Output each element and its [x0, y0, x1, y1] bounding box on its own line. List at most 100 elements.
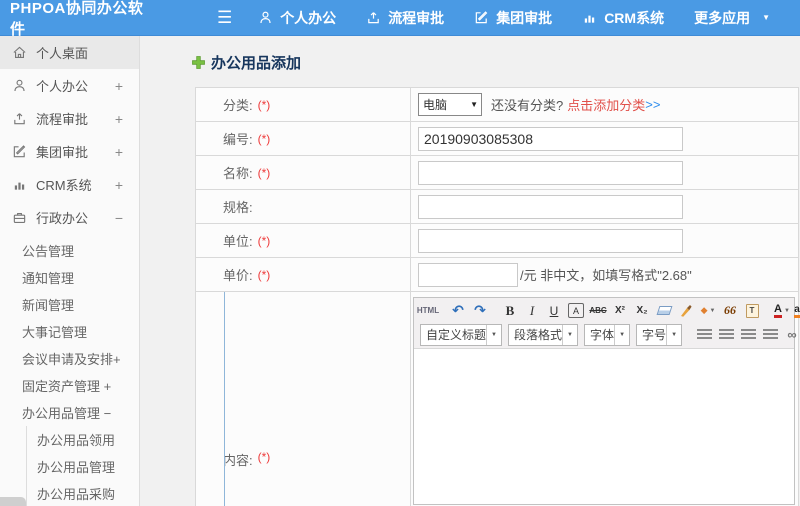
highlight-color-button[interactable]: ab ▼: [794, 300, 800, 321]
font-family-select[interactable]: 字体 ▼: [584, 323, 631, 346]
align-right-button[interactable]: [738, 324, 758, 345]
bold-button[interactable]: B: [500, 300, 520, 321]
sidebar-subitem-office-supplies[interactable]: 办公用品管理 −: [0, 399, 139, 426]
expand-toggle[interactable]: +: [115, 111, 123, 127]
topbar-nav-group-approval[interactable]: 集团审批: [474, 8, 552, 28]
remove-format-button[interactable]: [654, 300, 674, 321]
sidebar-nested-supply-use[interactable]: 办公用品领用: [27, 426, 139, 453]
editor-toolbar-row2: 自定义标题 ▼ 段落格式 ▼ 字体 ▼ 字号 ▼ ∞: [417, 322, 797, 347]
topbar-nav-personal-office[interactable]: 个人办公: [258, 8, 336, 28]
app-logo[interactable]: PHPOA协同办公软件: [10, 0, 155, 39]
spec-input[interactable]: [418, 194, 683, 219]
sidebar-subitem-fixed-assets[interactable]: 固定资产管理 +: [0, 372, 139, 399]
align-left-button[interactable]: [694, 324, 714, 345]
sidebar-item-personal-desktop[interactable]: 个人桌面: [0, 36, 139, 69]
unit-label: 单位: (*): [196, 224, 411, 257]
sidebar-subitem-meeting[interactable]: 会议申请及安排+: [0, 345, 139, 372]
align-center-icon: [718, 329, 734, 340]
brush-icon: [681, 304, 692, 317]
no-category-hint: 还没有分类?: [491, 98, 564, 113]
caret-down-icon: ▼: [784, 307, 790, 314]
sidebar-nested-supply-manage[interactable]: 办公用品管理: [27, 453, 139, 480]
main-content: 办公用品添加 分类: (*) 电脑 ▼ 还没有分类? 点击添加分类 >> 编号:…: [140, 36, 800, 506]
select-caret-icon: ▼: [470, 100, 478, 109]
sidebar-item-admin-office[interactable]: 行政办公 −: [0, 201, 139, 234]
sidebar-item-group-approval[interactable]: 集团审批 +: [0, 135, 139, 168]
align-right-icon: [740, 329, 756, 340]
redo-button[interactable]: ↷: [470, 300, 490, 321]
font-color-button[interactable]: A ▼: [772, 300, 792, 321]
flow-icon: [12, 111, 27, 126]
required-mark: (*): [257, 165, 271, 180]
user-icon: [258, 10, 273, 25]
align-center-button[interactable]: [716, 324, 736, 345]
chart-icon: [582, 10, 597, 25]
expand-toggle[interactable]: +: [115, 144, 123, 160]
clean-html-button[interactable]: [676, 300, 696, 321]
required-mark: (*): [257, 97, 271, 112]
blockquote-button[interactable]: 66: [720, 300, 740, 321]
editor-content-area[interactable]: [414, 349, 794, 504]
expand-toggle[interactable]: −: [115, 210, 123, 226]
superscript-button[interactable]: X²: [610, 300, 630, 321]
sidebar-item-label: 个人桌面: [36, 46, 89, 61]
nav-label: 流程审批: [388, 9, 445, 26]
editor-toolbar-row1: HTML ↶ ↷ B I U A ABC X² X₂ ◆ ▼ 66 T A ▼ …: [417, 299, 800, 322]
sidebar-subitem-notice[interactable]: 通知管理: [0, 264, 139, 291]
link-button[interactable]: ∞: [782, 324, 800, 345]
add-category-link-arrows[interactable]: >>: [645, 97, 660, 112]
source-code-button[interactable]: HTML: [417, 300, 439, 321]
expand-toggle[interactable]: +: [115, 177, 123, 193]
form-row-unit: 单位: (*): [196, 224, 798, 258]
status-bubble: [0, 497, 26, 506]
name-input[interactable]: [418, 160, 683, 185]
sidebar-item-workflow-approval[interactable]: 流程审批 +: [0, 102, 139, 135]
nav-label: 集团审批: [496, 9, 553, 26]
code-label: 编号: (*): [196, 122, 411, 155]
editor-toolbar: HTML ↶ ↷ B I U A ABC X² X₂ ◆ ▼ 66 T A ▼ …: [414, 298, 800, 349]
paste-as-text-button[interactable]: T: [742, 300, 762, 321]
italic-button[interactable]: I: [522, 300, 542, 321]
strikethrough-button[interactable]: ABC: [588, 300, 608, 321]
hamburger-menu-icon[interactable]: ☰: [217, 9, 232, 26]
sidebar-subitem-announcement[interactable]: 公告管理: [0, 237, 139, 264]
topbar: PHPOA协同办公软件 ☰ 个人办公 流程审批 集团审批 CRM系统 更多应用 …: [0, 0, 800, 39]
expand-toggle[interactable]: +: [115, 78, 123, 94]
topbar-nav-crm[interactable]: CRM系统: [582, 8, 664, 28]
topbar-nav-workflow-approval[interactable]: 流程审批: [366, 8, 444, 28]
painter-icon: ◆: [700, 305, 708, 315]
sidebar-nested-supply-purchase[interactable]: 办公用品采购: [27, 480, 139, 506]
format-painter-button[interactable]: ◆ ▼: [698, 300, 718, 321]
form-row-price: 单价: (*) /元 非中文，如填写格式"2.68": [196, 258, 798, 292]
price-input[interactable]: [418, 262, 518, 287]
add-category-link[interactable]: 点击添加分类: [567, 95, 645, 114]
paragraph-format-select[interactable]: 段落格式 ▼: [508, 323, 579, 346]
category-select[interactable]: 电脑 ▼: [418, 93, 482, 116]
content-label: 内容: (*): [196, 292, 411, 506]
sidebar-office-supplies-submenu: 办公用品领用 办公用品管理 办公用品采购: [26, 426, 139, 506]
sidebar: 个人桌面 个人办公 + 流程审批 + 集团审批 + CRM系统 + 行政办公 −…: [0, 36, 140, 506]
undo-button[interactable]: ↶: [448, 300, 468, 321]
sidebar-subitem-events[interactable]: 大事记管理: [0, 318, 139, 345]
cell-focus-line: [224, 292, 225, 506]
nav-label: CRM系统: [604, 9, 665, 26]
justify-button[interactable]: [760, 324, 780, 345]
underline-button[interactable]: U: [544, 300, 564, 321]
sidebar-subitem-news[interactable]: 新闻管理: [0, 291, 139, 318]
highlight-icon: ab: [794, 304, 800, 318]
form-row-code: 编号: (*): [196, 122, 798, 156]
price-format-note: /元 非中文，如填写格式"2.68": [520, 268, 692, 283]
subscript-button[interactable]: X₂: [632, 300, 652, 321]
sidebar-item-crm[interactable]: CRM系统 +: [0, 168, 139, 201]
topbar-nav: 个人办公 流程审批 集团审批 CRM系统 更多应用 ▼: [258, 8, 800, 28]
topbar-nav-more-apps[interactable]: 更多应用 ▼: [694, 8, 770, 28]
sidebar-item-label: 流程审批: [36, 112, 89, 127]
custom-title-select[interactable]: 自定义标题 ▼: [420, 323, 503, 346]
font-size-select[interactable]: 字号 ▼: [636, 323, 683, 346]
font-box-icon[interactable]: A: [568, 303, 584, 318]
sidebar-item-personal-office[interactable]: 个人办公 +: [0, 69, 139, 102]
code-input[interactable]: [418, 126, 683, 151]
edit-icon: [12, 144, 27, 159]
sidebar-item-label: 个人办公: [36, 79, 89, 94]
unit-input[interactable]: [418, 228, 683, 253]
